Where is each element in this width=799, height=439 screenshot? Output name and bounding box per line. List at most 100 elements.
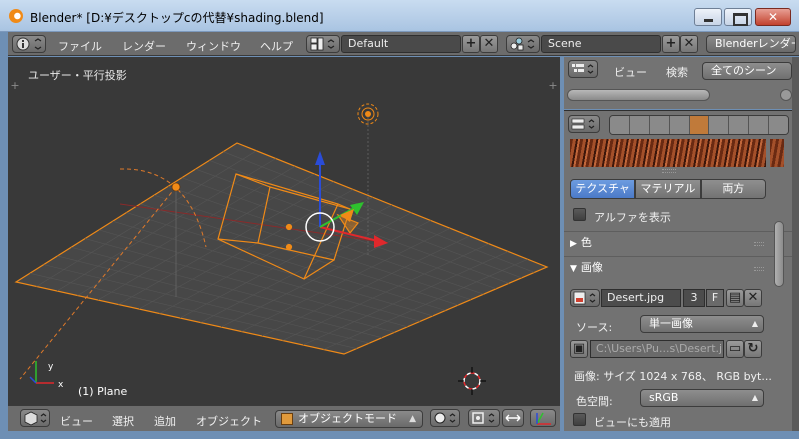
outliner-display-mode-select[interactable]: 全てのシーン [702, 62, 792, 80]
screen-layout-browse-button[interactable] [306, 35, 340, 53]
image-users-count[interactable]: 3 [683, 289, 705, 307]
source-label: ソース: [576, 321, 613, 334]
object-tab-cube-icon[interactable] [689, 116, 710, 134]
panel-image-grip[interactable] [754, 267, 764, 271]
3d-view-icon [24, 411, 47, 426]
open-image-folder-icon[interactable]: ▤ [726, 289, 744, 307]
scene-browse-button[interactable] [506, 35, 540, 53]
show-alpha-checkbox[interactable] [573, 208, 586, 221]
panel-image-header[interactable]: ▼ 画像 [570, 258, 768, 278]
screen-layout-icon [310, 37, 335, 51]
axis-x-label: x [58, 380, 64, 390]
delete-screen-button[interactable]: ✕ [480, 35, 498, 53]
color-space-label: 色空間: [576, 395, 613, 408]
image-source-value: 単一画像 [649, 317, 693, 330]
object-mode-icon [281, 413, 293, 425]
image-source-select[interactable]: 単一画像 ▲ [640, 315, 764, 333]
outliner-icon [572, 64, 594, 74]
mode-label: オブジェクトモード [298, 412, 397, 425]
render-engine-select[interactable]: Blenderレンダー [706, 35, 796, 53]
3d-cursor-icon [458, 367, 486, 395]
chevron-updown-icon: ▲ [751, 319, 758, 328]
tab-texture[interactable]: テクスチャ [570, 179, 636, 199]
manipulator-icon [536, 412, 551, 425]
scene-icon [510, 37, 535, 51]
color-space-select[interactable]: sRGB ▲ [640, 389, 764, 407]
3d-viewport[interactable]: y x + + ユーザー・平行投影 (1) Plane [8, 57, 560, 405]
show-alpha-label: アルファを表示 [594, 211, 671, 224]
image-filepath-field[interactable]: C:\Users\Pu...s\Desert.jpg [590, 340, 724, 358]
image-name-field[interactable]: Desert.jpg [601, 289, 681, 307]
toggle-snap-button[interactable] [502, 409, 524, 427]
pivot-point-button[interactable] [468, 409, 500, 427]
viewport-shading-button[interactable] [430, 409, 460, 427]
axis-y-label: y [48, 362, 54, 372]
panel-color-header[interactable]: ▶ 色 [570, 233, 768, 253]
chevron-updown-icon: ▲ [409, 414, 416, 424]
maximize-button[interactable] [724, 8, 752, 26]
tab-both[interactable]: 両方 [700, 179, 766, 199]
arrows-icon [505, 414, 521, 422]
render-tab-camera-icon[interactable] [610, 116, 630, 134]
fake-user-toggle[interactable]: F [706, 289, 724, 307]
editor-type-outliner-button[interactable] [568, 60, 598, 78]
color-space-value: sRGB [649, 391, 679, 404]
render-layers-tab-icon[interactable] [629, 116, 650, 134]
expanded-triangle-icon: ▼ [570, 264, 577, 274]
interaction-mode-select[interactable]: オブジェクトモード ▲ [275, 410, 423, 428]
outliner-menu-view[interactable]: ビュー [614, 64, 647, 80]
sun-lamp-object[interactable] [171, 182, 181, 192]
add-screen-button[interactable]: + [462, 35, 480, 53]
reload-image-icon[interactable]: ↻ [744, 340, 762, 358]
panel-color-grip[interactable] [754, 242, 764, 246]
menu-select[interactable]: 選択 [112, 413, 134, 429]
properties-expand-icon[interactable]: + [548, 80, 558, 91]
scene-tab-icon[interactable] [649, 116, 670, 134]
window-title: Blender* [D:¥デスクトップcの代替¥shading.blend] [30, 11, 324, 25]
add-scene-button[interactable]: + [662, 35, 680, 53]
menu-add[interactable]: 追加 [154, 413, 176, 429]
constraints-tab-link-icon[interactable] [709, 116, 730, 134]
scene-name-field[interactable]: Scene [541, 35, 661, 53]
menu-object[interactable]: オブジェクト [196, 413, 262, 429]
outliner-menu-search[interactable]: 検索 [666, 64, 688, 80]
editor-type-3d-view-button[interactable] [20, 409, 50, 427]
pack-image-icon[interactable]: ▣ [570, 340, 588, 358]
menu-help[interactable]: ヘルプ [260, 38, 293, 54]
menu-file[interactable]: ファイル [58, 38, 102, 54]
editor-type-info-button[interactable] [12, 35, 46, 53]
outliner-header: ビュー 検索 全てのシーン [564, 57, 792, 109]
modifiers-tab-wrench-icon[interactable] [729, 116, 750, 134]
shading-icon [434, 412, 456, 424]
outliner-horizontal-scrollbar[interactable] [567, 89, 710, 101]
panel-color-title: 色 [580, 236, 592, 249]
panel-image-title: 画像 [580, 261, 603, 274]
data-tab-vertex-icon[interactable] [749, 116, 770, 134]
material-tab-sphere-icon[interactable] [769, 116, 788, 134]
screen-layout-name-field[interactable]: Default [341, 35, 461, 53]
preview-resize-grip[interactable] [662, 169, 676, 173]
properties-vertical-scrollbar[interactable] [774, 221, 784, 287]
toolbar-expand-icon[interactable]: + [10, 80, 20, 91]
viewport-scene: y x [14, 103, 549, 395]
outliner-search-toggle[interactable] [780, 89, 792, 101]
image-browse-button[interactable] [570, 289, 600, 307]
manipulator-toggle-button[interactable] [530, 409, 556, 427]
menu-view[interactable]: ビュー [60, 413, 93, 429]
view-as-render-checkbox[interactable] [573, 413, 586, 426]
menu-render[interactable]: レンダー [122, 38, 166, 54]
close-window-button[interactable]: ✕ [755, 8, 791, 26]
info-header: ファイル レンダー ウィンドウ ヘルプ Default + ✕ Scene + … [8, 32, 799, 56]
view-as-render-label: ビューにも適用 [594, 416, 671, 429]
browse-file-folder-icon[interactable]: ▭ [726, 340, 744, 358]
image-info-text: 画像: サイズ 1024 x 768、 RGB byt... [574, 370, 772, 383]
active-object-label: (1) Plane [78, 385, 128, 398]
unlink-image-icon[interactable]: ✕ [744, 289, 762, 307]
menu-window[interactable]: ウィンドウ [186, 38, 241, 54]
tab-material[interactable]: マテリアル [635, 179, 701, 199]
editor-type-properties-button[interactable] [568, 115, 600, 133]
delete-scene-button[interactable]: ✕ [680, 35, 698, 53]
world-tab-icon[interactable] [669, 116, 690, 134]
minimize-button[interactable] [694, 8, 722, 26]
texture-preview-edge [770, 139, 784, 167]
